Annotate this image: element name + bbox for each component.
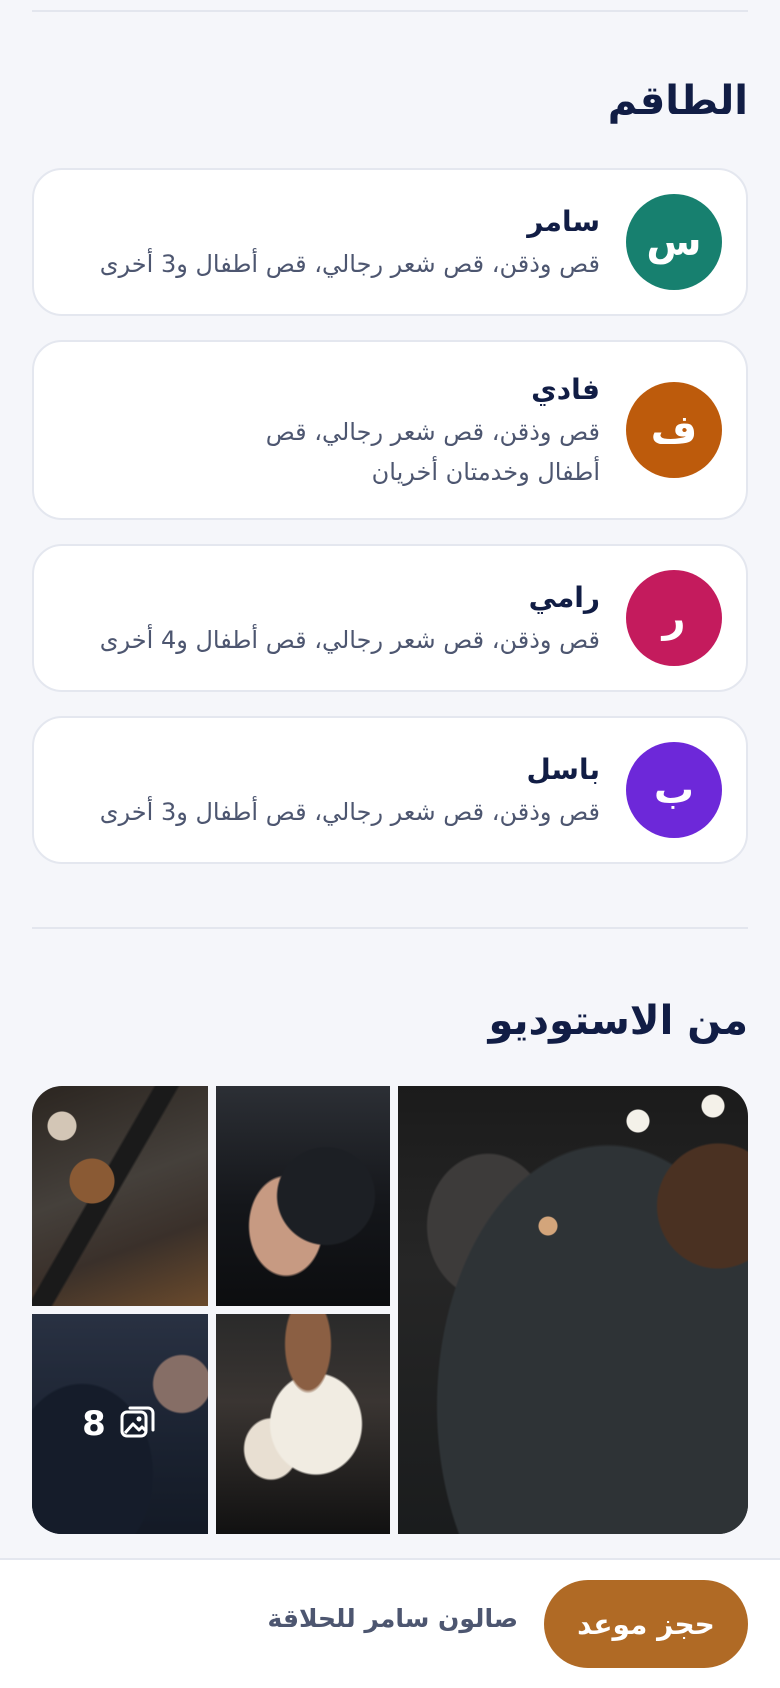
avatar: ب [626, 742, 722, 838]
gallery-photo-beard-trim[interactable] [398, 1086, 748, 1534]
avatar: ر [626, 570, 722, 666]
book-appointment-button[interactable]: حجز موعد [544, 1580, 748, 1668]
studio-section-title: من الاستوديو [488, 998, 748, 1044]
more-photos-count: 8 [82, 1404, 106, 1444]
member-services: قص وذقن، قص شعر رجالي، قص أطفال و3 أخرى [99, 798, 600, 826]
gallery-photo-haircut[interactable] [216, 1086, 390, 1306]
member-services: قص وذقن، قص شعر رجالي، قص أطفال و4 أخرى [99, 626, 600, 654]
team-member-card[interactable]: ب باسل قص وذقن، قص شعر رجالي، قص أطفال و… [32, 716, 748, 864]
studio-gallery: 8 [32, 1086, 748, 1534]
team-section-title: الطاقم [607, 78, 748, 124]
team-member-card[interactable]: ف فادي قص وذقن، قص شعر رجالي، قص أطفال و… [32, 340, 748, 520]
salon-name: صالون سامر للحلاقة [267, 1604, 518, 1633]
member-services: قص وذقن، قص شعر رجالي، قص أطفال و3 أخرى [99, 250, 600, 278]
avatar: ف [626, 382, 722, 478]
member-name: باسل [526, 753, 600, 786]
avatar: س [626, 194, 722, 290]
more-photos-button[interactable]: 8 [32, 1314, 208, 1534]
team-member-card[interactable]: س سامر قص وذقن، قص شعر رجالي، قص أطفال و… [32, 168, 748, 316]
gallery-icon [118, 1402, 158, 1446]
divider [32, 927, 748, 929]
member-name: سامر [527, 205, 600, 238]
member-name: رامي [528, 581, 600, 614]
team-member-card[interactable]: ر رامي قص وذقن، قص شعر رجالي، قص أطفال و… [32, 544, 748, 692]
salon-page: الطاقم س سامر قص وذقن، قص شعر رجالي، قص … [0, 0, 780, 1688]
divider [32, 10, 748, 12]
gallery-photo-barber[interactable] [216, 1314, 390, 1534]
member-services: قص وذقن، قص شعر رجالي، قص أطفال وخدمتان … [265, 418, 600, 486]
member-name: فادي [531, 373, 600, 406]
gallery-photo-tools[interactable] [32, 1086, 208, 1306]
bottom-bar: حجز موعد صالون سامر للحلاقة [0, 1558, 780, 1688]
